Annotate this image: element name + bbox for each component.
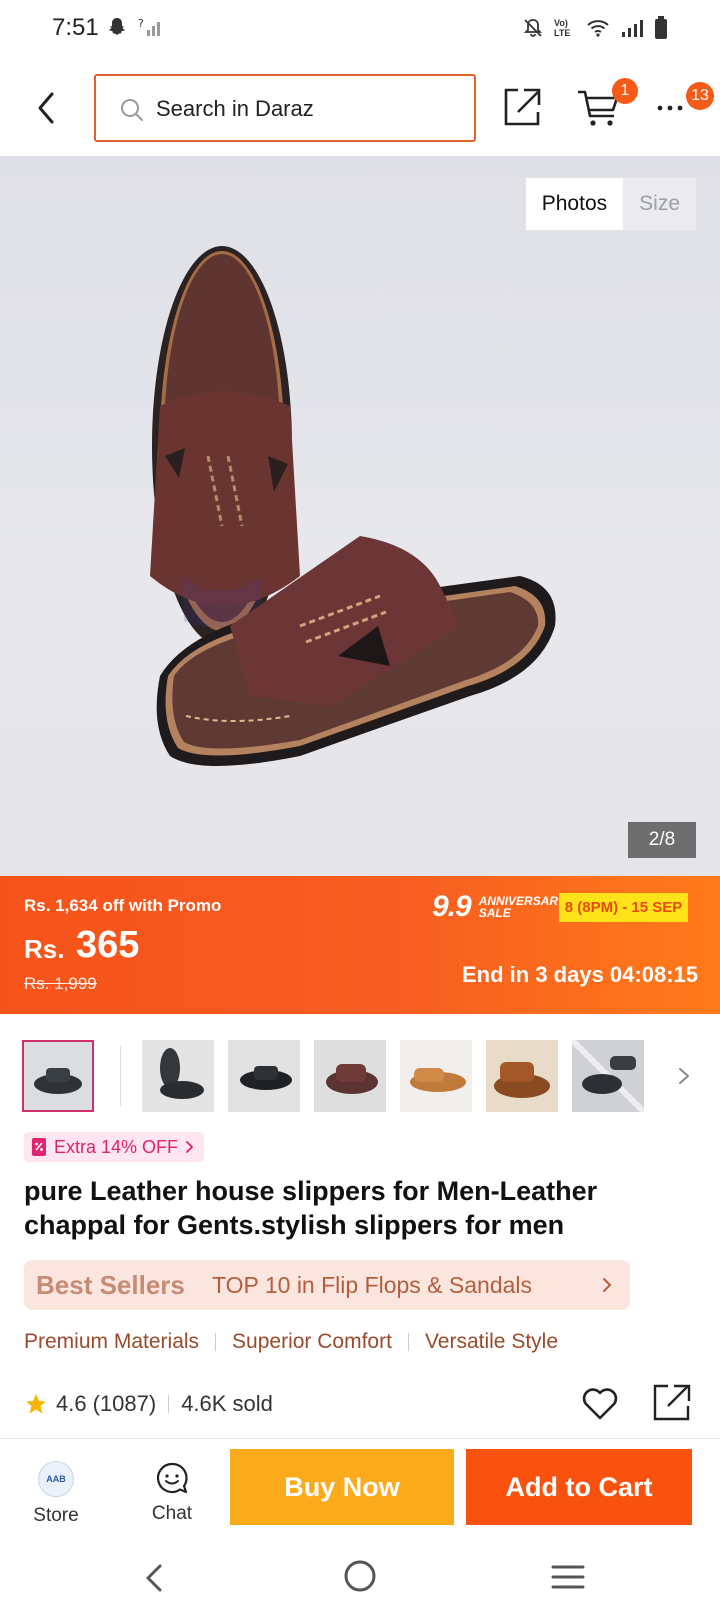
signal-icon: [622, 20, 643, 37]
status-right-icons: Vo) LTE: [522, 16, 668, 40]
voucher-icon: [32, 1138, 46, 1156]
promo-off-text: Rs. 1,634 off with Promo: [24, 896, 222, 915]
countdown-timer: End in 3 days 04:08:15: [462, 962, 698, 987]
search-input[interactable]: Search in Daraz: [94, 74, 476, 142]
thumbnail-7[interactable]: [572, 1040, 644, 1112]
thumbnail-6[interactable]: [486, 1040, 558, 1112]
rating-separator: [168, 1395, 170, 1413]
store-label: Store: [33, 1505, 79, 1526]
campaign-label: ANNIVERSARY SALE: [478, 894, 566, 920]
search-icon: [121, 99, 143, 121]
product-title: pure Leather house slippers for Men-Leat…: [24, 1176, 598, 1240]
nav-home-icon[interactable]: [342, 1558, 378, 1594]
share-product-button[interactable]: [652, 1382, 692, 1422]
thumbnail-image: [400, 1040, 472, 1112]
thumbnail-image: [24, 1042, 92, 1110]
original-price: Rs. 1,999: [24, 974, 97, 993]
status-bar: 7:51 ? Vo) LTE: [0, 0, 720, 60]
feature-tag: Versatile Style: [424, 1330, 559, 1353]
status-left-icons: ?: [106, 16, 164, 38]
chevron-right-icon: [679, 1068, 689, 1084]
product-image-gallery[interactable]: Photos Size 2/8: [0, 156, 720, 876]
campaign-dates: 8 (8PM) - 15 SEP: [558, 892, 689, 922]
wifi-icon: [587, 20, 609, 37]
thumbnail-image: [142, 1040, 214, 1112]
chat-label: Chat: [151, 1503, 193, 1524]
svg-text:?: ?: [138, 17, 144, 30]
chevron-left-icon: [38, 92, 54, 124]
heart-icon: [582, 1388, 618, 1420]
thumbnail-2[interactable]: [142, 1040, 214, 1112]
nav-back-icon[interactable]: [142, 1560, 166, 1596]
rating-value: 4.6: [56, 1391, 87, 1416]
thumbnail-strip: [0, 1040, 720, 1116]
feature-tags: Premium Materials Superior Comfort Versa…: [24, 1330, 558, 1354]
no-signal-icon: ?: [138, 17, 160, 36]
system-nav-bar: [0, 1546, 720, 1612]
thumbnail-4[interactable]: [314, 1040, 386, 1112]
promo-banner: Rs. 1,634 off with Promo Rs. 365 Rs. 1,9…: [0, 876, 720, 1014]
thumbnail-3[interactable]: [228, 1040, 300, 1112]
product-page: 7:51 ? Vo) LTE Search in Daraz 1 13 Phot…: [0, 0, 720, 1612]
mute-icon: [523, 19, 543, 37]
cart-button[interactable]: 1: [576, 78, 638, 128]
feature-separator: [407, 1333, 409, 1351]
cart-badge: 1: [612, 78, 638, 104]
tab-size[interactable]: Size: [623, 178, 696, 230]
top-app-bar: Search in Daraz 1 13: [0, 60, 720, 156]
store-button[interactable]: AAB Store: [22, 1461, 90, 1527]
tab-photos[interactable]: Photos: [525, 178, 624, 230]
thumbnail-image: [486, 1040, 558, 1112]
campaign-number: 9.9: [432, 890, 472, 923]
thumbnail-image: [314, 1040, 386, 1112]
rating-row[interactable]: 4.6 (1087) 4.6K sold: [24, 1386, 273, 1422]
snapchat-icon: [109, 18, 125, 35]
voucher-text: Extra 14% OFF: [54, 1136, 179, 1157]
buy-now-button[interactable]: Buy Now: [230, 1449, 454, 1525]
thumbnail-image: [572, 1040, 644, 1112]
share-icon: [653, 1384, 691, 1421]
share-button[interactable]: [502, 84, 542, 128]
best-sellers-rank: TOP 10 in Flip Flops & Sandals: [212, 1272, 533, 1298]
chat-icon: [156, 1462, 188, 1494]
voucher-chip[interactable]: Extra 14% OFF: [24, 1132, 205, 1162]
thumbnail-5[interactable]: [400, 1040, 472, 1112]
thumbnail-divider: [120, 1046, 121, 1106]
search-placeholder: Search in Daraz: [156, 96, 314, 121]
share-icon: [504, 88, 541, 126]
chevron-right-icon: [603, 1278, 611, 1292]
chat-button[interactable]: Chat: [138, 1461, 206, 1525]
product-photo: [150, 246, 556, 766]
gallery-toggle: Photos Size: [525, 178, 696, 230]
price-currency: Rs.: [24, 934, 65, 964]
thumbnail-next-button[interactable]: [672, 1056, 696, 1096]
thumbnail-image: [228, 1040, 300, 1112]
more-button[interactable]: 13: [656, 82, 716, 130]
price-value: 365: [76, 924, 140, 966]
sold-count: 4.6K sold: [181, 1391, 273, 1416]
feature-separator: [215, 1333, 217, 1351]
image-counter: 2/8: [628, 822, 696, 858]
store-logo: AAB: [38, 1461, 74, 1497]
nav-recents-icon[interactable]: [550, 1562, 586, 1592]
feature-tag: Superior Comfort: [232, 1330, 392, 1353]
best-sellers-banner[interactable]: Best Sellers TOP 10 in Flip Flops & Sand…: [24, 1260, 630, 1310]
add-to-cart-button[interactable]: Add to Cart: [466, 1449, 692, 1525]
status-time: 7:51: [52, 14, 99, 41]
campaign-badge: 9.9 ANNIVERSARY SALE 8 (8PM) - 15 SEP: [432, 890, 689, 924]
star-icon: [26, 1394, 46, 1414]
feature-tag: Premium Materials: [24, 1330, 200, 1353]
chevron-right-icon: [186, 1141, 194, 1153]
review-count: (1087): [92, 1391, 157, 1416]
more-badge: 13: [686, 82, 714, 110]
back-button[interactable]: [30, 86, 66, 130]
wishlist-button[interactable]: [580, 1384, 620, 1422]
bottom-action-bar: AAB Store Chat Buy Now Add to Cart: [0, 1438, 720, 1546]
battery-icon: [655, 16, 667, 39]
thumbnail-1[interactable]: [22, 1040, 94, 1112]
best-sellers-logo: Best Sellers: [36, 1270, 185, 1300]
volte-icon: Vo) LTE: [554, 18, 571, 38]
